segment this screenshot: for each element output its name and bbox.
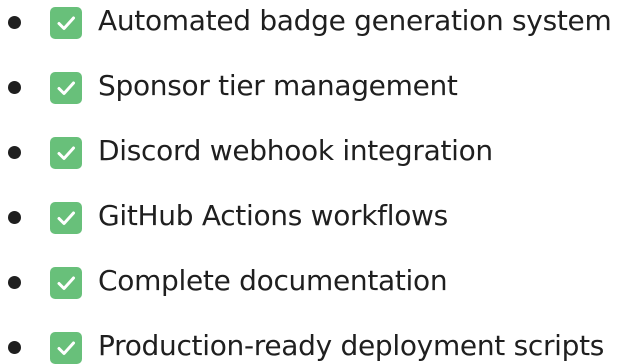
list-item-label: Complete documentation — [98, 264, 448, 297]
feature-checklist: Automated badge generation system Sponso… — [0, 0, 626, 364]
check-mark-icon — [50, 267, 82, 299]
bullet-icon — [8, 16, 21, 29]
list-item: Sponsor tier management — [0, 65, 626, 109]
list-item-label: Discord webhook integration — [98, 134, 493, 167]
list-item-label: Sponsor tier management — [98, 69, 458, 102]
list-item: Complete documentation — [0, 260, 626, 304]
check-mark-icon — [50, 202, 82, 234]
check-mark-icon — [50, 332, 82, 364]
bullet-icon — [8, 341, 21, 354]
list-item: GitHub Actions workflows — [0, 195, 626, 239]
bullet-icon — [8, 211, 21, 224]
bullet-icon — [8, 146, 21, 159]
check-mark-icon — [50, 72, 82, 104]
bullet-icon — [8, 276, 21, 289]
check-mark-icon — [50, 137, 82, 169]
list-item-label: GitHub Actions workflows — [98, 199, 448, 232]
check-mark-icon — [50, 7, 82, 39]
list-item: Production-ready deployment scripts — [0, 325, 626, 364]
list-item: Automated badge generation system — [0, 0, 626, 44]
list-item-label: Automated badge generation system — [98, 4, 612, 37]
bullet-icon — [8, 81, 21, 94]
list-item-label: Production-ready deployment scripts — [98, 329, 605, 362]
list-item: Discord webhook integration — [0, 130, 626, 174]
